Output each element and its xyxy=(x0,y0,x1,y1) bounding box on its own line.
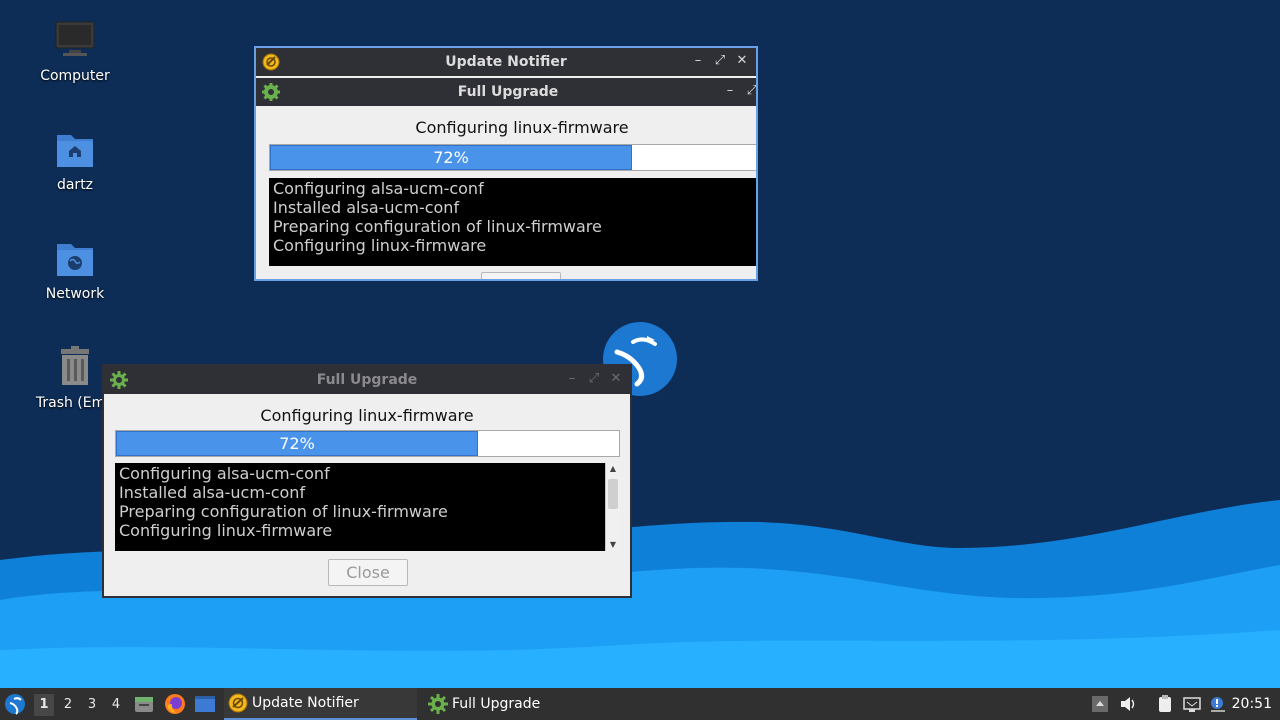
task-label: Full Upgrade xyxy=(452,696,541,712)
minimize-icon[interactable]: – xyxy=(722,83,738,99)
progress-label: 72% xyxy=(433,148,469,167)
minimize-icon[interactable]: – xyxy=(690,53,706,69)
log-scrollbar[interactable]: ▲ ▼ xyxy=(605,463,620,551)
close-button[interactable]: Close xyxy=(328,559,408,586)
window-titlebar[interactable]: Update Notifier – ⤢ ✕ xyxy=(256,48,756,76)
clipboard-icon[interactable] xyxy=(1156,695,1174,713)
show-desktop-icon[interactable] xyxy=(194,694,216,714)
desktop-icon-computer[interactable]: Computer xyxy=(25,18,125,84)
scroll-down-icon[interactable]: ▼ xyxy=(606,539,620,551)
gear-icon xyxy=(262,83,280,101)
computer-icon xyxy=(53,18,97,62)
progress-bar: 72% xyxy=(115,430,620,457)
scroll-thumb[interactable] xyxy=(608,479,618,509)
desktop-icon-label: dartz xyxy=(56,177,94,193)
home-folder-icon xyxy=(53,127,97,171)
inner-titlebar[interactable]: Full Upgrade – ⤢ xyxy=(256,78,756,106)
log-output[interactable]: Configuring alsa-ucm-conf Installed alsa… xyxy=(269,178,756,266)
window-title: Update Notifier xyxy=(445,54,567,70)
task-full-upgrade[interactable]: Full Upgrade xyxy=(424,688,617,720)
inner-full-upgrade-window[interactable]: Full Upgrade – ⤢ Configuring linux-firmw… xyxy=(256,78,756,279)
network-folder-icon xyxy=(53,236,97,280)
status-label: Configuring linux-firmware xyxy=(260,406,474,425)
window-titlebar[interactable]: Full Upgrade – ⤢ ✕ xyxy=(104,366,630,394)
maximize-icon[interactable]: ⤢ xyxy=(586,371,602,387)
close-icon[interactable]: ✕ xyxy=(734,53,750,69)
status-label: Configuring linux-firmware xyxy=(415,118,629,137)
taskbar: 1 2 3 4 Update Notifier Full Upgrade 20:… xyxy=(0,688,1280,720)
maximize-icon[interactable]: ⤢ xyxy=(712,53,728,69)
log-line: Configuring alsa-ucm-conf xyxy=(273,179,484,198)
workspace-3[interactable]: 3 xyxy=(82,694,102,716)
gear-icon xyxy=(428,694,448,714)
tray-expand-icon[interactable] xyxy=(1091,695,1109,713)
log-line: Configuring linux-firmware xyxy=(273,236,487,255)
update-notifier-window[interactable]: Update Notifier – ⤢ ✕ Full Upgrade – ⤢ C… xyxy=(254,46,758,281)
log-line: Installed alsa-ucm-conf xyxy=(273,198,460,217)
volume-icon[interactable] xyxy=(1119,695,1137,713)
workspace-4[interactable]: 4 xyxy=(106,694,126,716)
desktop-icon-label: Computer xyxy=(40,68,110,84)
start-menu-button[interactable] xyxy=(4,688,28,720)
update-alert-icon[interactable] xyxy=(1209,695,1227,713)
log-line: Installed alsa-ucm-conf xyxy=(119,483,306,502)
task-label: Update Notifier xyxy=(252,695,359,711)
log-line: Preparing configuration of linux-firmwar… xyxy=(119,502,448,521)
desktop-icon-network[interactable]: Network xyxy=(25,236,125,302)
maximize-icon[interactable]: ⤢ xyxy=(744,83,756,99)
full-upgrade-window[interactable]: Full Upgrade – ⤢ ✕ Configuring linux-fir… xyxy=(102,364,632,598)
log-line: Preparing configuration of linux-firmwar… xyxy=(273,217,602,236)
inner-window-title: Full Upgrade xyxy=(457,84,559,100)
window-title: Full Upgrade xyxy=(316,372,418,388)
file-manager-icon[interactable] xyxy=(134,694,154,714)
desktop-icon-label: Network xyxy=(45,286,105,302)
log-output[interactable]: Configuring alsa-ucm-conf Installed alsa… xyxy=(115,463,605,551)
desktop-icon-home[interactable]: dartz xyxy=(25,127,125,193)
minimize-icon[interactable]: – xyxy=(564,371,580,387)
log-line: Configuring alsa-ucm-conf xyxy=(119,464,330,483)
clock[interactable]: 20:51 xyxy=(1232,688,1272,720)
progress-label: 72% xyxy=(279,434,315,453)
update-notifier-icon xyxy=(228,693,248,713)
gear-icon xyxy=(110,371,128,389)
log-line: Configuring linux-firmware xyxy=(119,521,333,540)
workspace-2[interactable]: 2 xyxy=(58,694,78,716)
firefox-icon[interactable] xyxy=(164,693,186,715)
task-update-notifier[interactable]: Update Notifier xyxy=(224,688,417,720)
close-icon[interactable]: ✕ xyxy=(608,371,624,387)
scroll-up-icon[interactable]: ▲ xyxy=(606,463,620,475)
update-notifier-icon xyxy=(262,53,280,71)
workspace-1[interactable]: 1 xyxy=(34,694,54,716)
network-tray-icon[interactable] xyxy=(1183,695,1201,713)
progress-bar: 72% xyxy=(269,144,756,171)
close-button-partial[interactable] xyxy=(481,272,561,279)
trash-icon xyxy=(53,345,97,389)
